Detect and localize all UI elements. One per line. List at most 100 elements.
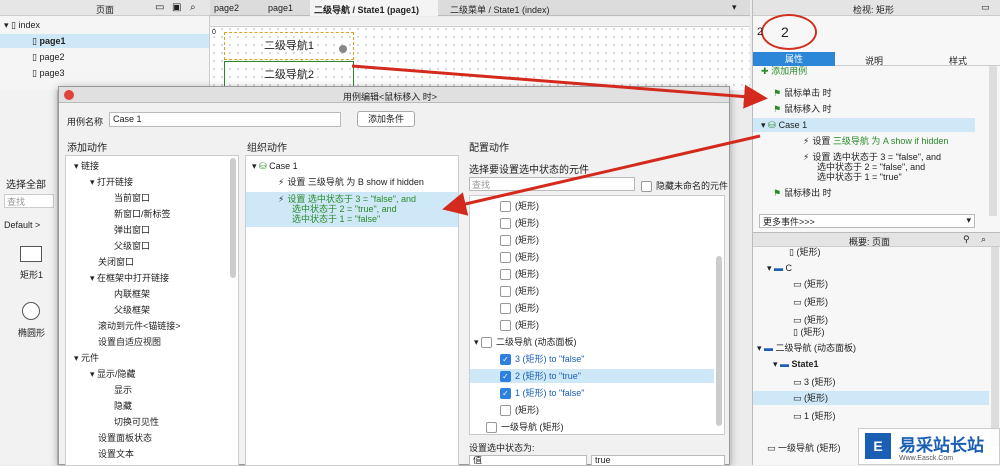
hide-unnamed-checkbox[interactable]: 隐藏未命名的元件 <box>641 179 728 193</box>
outline-title: 概要: 页面 <box>849 237 891 247</box>
widget-panel[interactable]: ▾ 二级导航 (动态面板) <box>474 335 577 349</box>
configure-title: 配置动作 <box>469 143 509 154</box>
action-new-tab[interactable]: 新窗口/新标签 <box>114 207 171 221</box>
nav2-box[interactable]: 二级导航2 <box>224 61 354 89</box>
action-show[interactable]: 显示 <box>114 383 132 397</box>
more-events-select[interactable]: 更多事件>>> ▾ <box>759 214 975 228</box>
widget-item-1[interactable]: ✓ 1 (矩形) to "false" <box>500 386 584 400</box>
widget-item[interactable]: (矩形) <box>500 216 539 230</box>
outline-item[interactable]: ▾ ▬ C <box>767 261 792 275</box>
inspector-menu-icon[interactable]: ▭ <box>981 2 990 13</box>
tab-secondary-menu[interactable]: 二级菜单 / State1 (index) <box>450 3 550 16</box>
action-adaptive-view[interactable]: 设置自适应视图 <box>98 335 161 349</box>
tab-style[interactable]: 样式 <box>949 54 967 67</box>
action-open-link[interactable]: ▾ 打开链接 <box>90 175 133 189</box>
page-icon: ▯ <box>32 68 37 78</box>
add-case[interactable]: ✚ 添加用例 <box>761 64 807 78</box>
action-panel-state[interactable]: 设置面板状态 <box>98 431 152 445</box>
state-value-select[interactable]: true <box>591 455 725 466</box>
configure-search[interactable]: 查找 <box>469 177 635 191</box>
action-inline-frame[interactable]: 内联框架 <box>114 287 150 301</box>
page-item-page3[interactable]: ▯ page3 <box>32 66 65 80</box>
library-default[interactable]: Default > <box>4 220 40 230</box>
outline-item[interactable]: ▯ (矩形) <box>789 245 820 259</box>
case-name-label: 用例名称 <box>67 117 104 127</box>
tabs-menu-icon[interactable]: ▾ <box>732 2 737 13</box>
case-1[interactable]: ▾ ⛁ Case 1 <box>753 118 975 132</box>
action-show[interactable]: ⚡ 设置 三级导航 为 A show if hidden <box>803 134 948 148</box>
widget-item[interactable]: (矩形) <box>500 250 539 264</box>
add-condition-button[interactable]: 添加条件 <box>357 111 415 127</box>
tab-bar: page2 page1 二级导航 / State1 (page1) 二级菜单 /… <box>210 0 750 16</box>
widget-item[interactable]: (矩形) <box>500 403 539 417</box>
org-case[interactable]: ▾ ⛁ Case 1 <box>252 159 298 173</box>
event-click[interactable]: ⚑ 鼠标单击 时 <box>773 86 832 100</box>
widget-item-2[interactable]: ✓ 2 (矩形) to "true" <box>470 369 714 383</box>
nav1-handle-icon[interactable] <box>339 45 347 53</box>
outline-item[interactable]: ▭ (矩形) <box>793 277 828 291</box>
outline-item[interactable]: ▭ 一级导航 (矩形) <box>767 441 841 455</box>
add-page-icon[interactable]: ▭ <box>155 2 164 13</box>
ellipse-shape[interactable] <box>22 302 40 320</box>
filter-icon[interactable]: ⚲ <box>963 234 970 245</box>
org-action-select[interactable]: ⚡ 设置 选中状态于 3 = "false", and 选中状态于 2 = "tru… <box>246 192 458 227</box>
rect-shape[interactable] <box>20 246 42 262</box>
outline-item-selected[interactable]: ▭ (矩形) <box>753 391 989 405</box>
case-name-input[interactable]: Case 1 <box>109 112 341 127</box>
action-parent-frame[interactable]: 父级框架 <box>114 303 150 317</box>
action-close-window[interactable]: 关闭窗口 <box>98 255 134 269</box>
search-icon[interactable]: ⌕ <box>981 234 986 245</box>
event-hover[interactable]: ⚑ 鼠标移入 时 <box>773 102 832 116</box>
page-item-page1[interactable]: ▯ page1 <box>0 34 209 48</box>
action-widgets[interactable]: ▾ 元件 <box>74 351 99 365</box>
pages-panel: 页面 ▭ ▣ ⌕ ▾ ▯ index ▯ page1 ▯ page2 ▯ pag… <box>0 0 210 90</box>
outline-item[interactable]: ▭ 3 (矩形) <box>793 375 836 389</box>
canvas[interactable]: 0 二级导航1 二级导航2 <box>210 17 750 90</box>
outline-item[interactable]: ▯ (矩形) <box>793 325 824 339</box>
action-set-text[interactable]: 设置文本 <box>98 447 134 461</box>
tab-active[interactable]: 二级导航 / State1 (page1) <box>310 0 438 16</box>
add-folder-icon[interactable]: ▣ <box>172 2 181 13</box>
tab-page1[interactable]: page1 <box>268 3 293 13</box>
nav1-box[interactable]: 二级导航1 <box>224 32 354 60</box>
org-action-show[interactable]: ⚡ 设置 三级导航 为 B show if hidden <box>278 175 424 189</box>
outline-item[interactable]: ▾ ▬ State1 <box>773 357 819 371</box>
outline-item[interactable]: ▭ 1 (矩形) <box>793 409 836 423</box>
outline-item[interactable]: ▾ ▬ 二级导航 (动态面板) <box>757 341 856 355</box>
search-icon[interactable]: ⌕ <box>190 2 196 13</box>
widget-item[interactable]: (矩形) <box>500 267 539 281</box>
action-show-hide[interactable]: ▾ 显示/隐藏 <box>90 367 136 381</box>
actions-scrollbar[interactable] <box>230 158 236 278</box>
outline-item[interactable]: ▭ (矩形) <box>793 295 828 309</box>
action-current-window[interactable]: 当前窗口 <box>114 191 150 205</box>
action-toggle[interactable]: 切换可见性 <box>114 415 159 429</box>
select-all[interactable]: 选择全部 <box>6 176 46 191</box>
tab-page2[interactable]: page2 <box>214 3 239 13</box>
widget-item[interactable]: (矩形) <box>500 199 539 213</box>
close-icon[interactable] <box>64 90 74 100</box>
widget-item-3[interactable]: ✓ 3 (矩形) to "false" <box>500 352 584 366</box>
event-leave[interactable]: ⚑ 鼠标移出 时 <box>773 186 832 200</box>
widget-list-scrollbar[interactable] <box>716 256 722 426</box>
page-item-page2[interactable]: ▯ page2 <box>32 50 65 64</box>
widget-item[interactable]: (矩形) <box>500 301 539 315</box>
tab-notes[interactable]: 说明 <box>865 54 883 67</box>
library-search[interactable]: 查找 <box>4 194 54 208</box>
widget-item[interactable]: (矩形) <box>500 284 539 298</box>
action-select-1[interactable]: ⚡ 设置 选中状态于 3 = "false", and 选中状态于 2 = "fal… <box>803 152 941 182</box>
action-parent-window[interactable]: 父级窗口 <box>114 239 150 253</box>
dialog-title: 用例编辑<鼠标移入 时> <box>343 92 438 102</box>
action-scroll-to[interactable]: 滚动到元件<锚链接> <box>98 319 181 333</box>
action-open-in-frame[interactable]: ▾ 在框架中打开链接 <box>90 271 169 285</box>
state-type-select[interactable]: 值 <box>469 455 587 466</box>
widget-item[interactable]: (矩形) <box>500 318 539 332</box>
widget-primary-nav[interactable]: 一级导航 (矩形) <box>486 420 564 434</box>
shape-name-value[interactable]: 2 <box>781 24 789 40</box>
action-link[interactable]: ▾ 链接 <box>74 159 99 173</box>
widget-item[interactable]: (矩形) <box>500 233 539 247</box>
action-hide[interactable]: 隐藏 <box>114 399 132 413</box>
page-item-index[interactable]: ▾ ▯ index <box>4 18 40 32</box>
outline-scrollbar[interactable] <box>991 247 999 447</box>
action-popup[interactable]: 弹出窗口 <box>114 223 150 237</box>
inspector-scrollbar[interactable] <box>989 66 997 216</box>
